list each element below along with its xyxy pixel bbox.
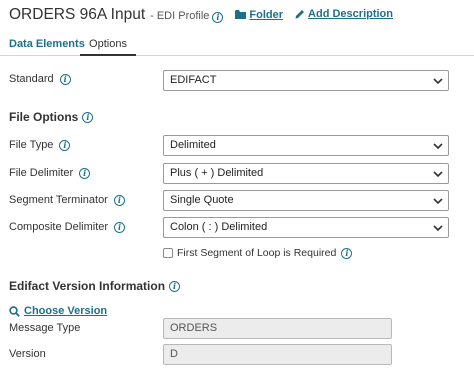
file-delimiter-value: Plus ( + ) Delimited [170, 167, 264, 179]
file-type-label-row: File Type i [9, 139, 71, 151]
pencil-icon [295, 9, 305, 19]
info-icon[interactable]: i [59, 73, 71, 85]
info-icon[interactable]: i [212, 11, 224, 23]
message-type-value: ORDERS [170, 322, 218, 334]
standard-select[interactable]: EDIFACT [163, 70, 449, 91]
composite-delimiter-select[interactable]: Colon ( : ) Delimited [163, 217, 449, 238]
version-field: D [163, 344, 392, 365]
add-description-label: Add Description [308, 8, 393, 20]
tab-bar: Data Elements Options [0, 34, 474, 56]
info-icon[interactable]: i [341, 247, 353, 259]
message-type-label-row: Message Type [9, 322, 80, 334]
chevron-down-icon [433, 78, 443, 85]
chevron-down-icon [433, 171, 443, 178]
page-subtitle: - EDI Profile [150, 10, 210, 22]
file-options-heading: File Options i [9, 110, 94, 124]
composite-delimiter-value: Colon ( : ) Delimited [170, 221, 268, 233]
info-icon[interactable]: i [113, 194, 125, 206]
standard-label: Standard [9, 73, 54, 85]
info-icon[interactable]: i [114, 221, 126, 233]
segment-terminator-label: Segment Terminator [9, 194, 108, 206]
tab-options[interactable]: Options [80, 34, 136, 56]
message-type-field: ORDERS [163, 318, 392, 339]
chevron-down-icon [433, 225, 443, 232]
search-icon [9, 305, 20, 317]
choose-version-label: Choose Version [24, 305, 108, 317]
folder-label: Folder [249, 8, 284, 21]
file-delimiter-label: File Delimiter [9, 167, 74, 179]
add-description-link[interactable]: Add Description [295, 8, 393, 20]
version-label-row: Version [9, 348, 46, 360]
tab-data-elements[interactable]: Data Elements [9, 34, 85, 56]
first-segment-required-row: First Segment of Loop is Required i [163, 247, 353, 259]
page-title: ORDERS 96A Input [9, 6, 146, 23]
page-header: ORDERS 96A Input - EDI Profile i Folder … [9, 6, 393, 24]
first-segment-required-checkbox[interactable] [163, 248, 173, 258]
edi-profile-options-panel: ORDERS 96A Input - EDI Profile i Folder … [0, 0, 474, 369]
standard-label-row: Standard i [9, 73, 71, 85]
segment-terminator-label-row: Segment Terminator i [9, 194, 125, 206]
info-icon[interactable]: i [59, 139, 71, 151]
info-icon[interactable]: i [82, 111, 94, 123]
message-type-label: Message Type [9, 322, 81, 334]
choose-version-link[interactable]: Choose Version [9, 305, 107, 317]
version-value: D [170, 348, 178, 360]
composite-delimiter-label-row: Composite Delimiter i [9, 221, 126, 233]
info-icon[interactable]: i [169, 280, 181, 292]
folder-link[interactable]: Folder [235, 9, 283, 21]
file-type-label: File Type [9, 139, 54, 151]
info-icon[interactable]: i [79, 167, 91, 179]
edifact-version-title: Edifact Version Information [9, 279, 166, 293]
segment-terminator-value: Single Quote [170, 194, 234, 206]
standard-value: EDIFACT [170, 74, 217, 86]
chevron-down-icon [433, 143, 443, 150]
version-label: Version [9, 348, 46, 360]
file-delimiter-select[interactable]: Plus ( + ) Delimited [163, 163, 449, 184]
first-segment-required-label[interactable]: First Segment of Loop is Required [177, 247, 336, 259]
file-delimiter-label-row: File Delimiter i [9, 167, 91, 179]
composite-delimiter-label: Composite Delimiter [9, 221, 109, 233]
file-options-title: File Options [9, 110, 79, 124]
segment-terminator-select[interactable]: Single Quote [163, 190, 449, 211]
file-type-value: Delimited [170, 139, 216, 151]
chevron-down-icon [433, 198, 443, 205]
edifact-version-heading: Edifact Version Information i [9, 279, 181, 293]
file-type-select[interactable]: Delimited [163, 135, 449, 156]
folder-icon [235, 10, 247, 19]
